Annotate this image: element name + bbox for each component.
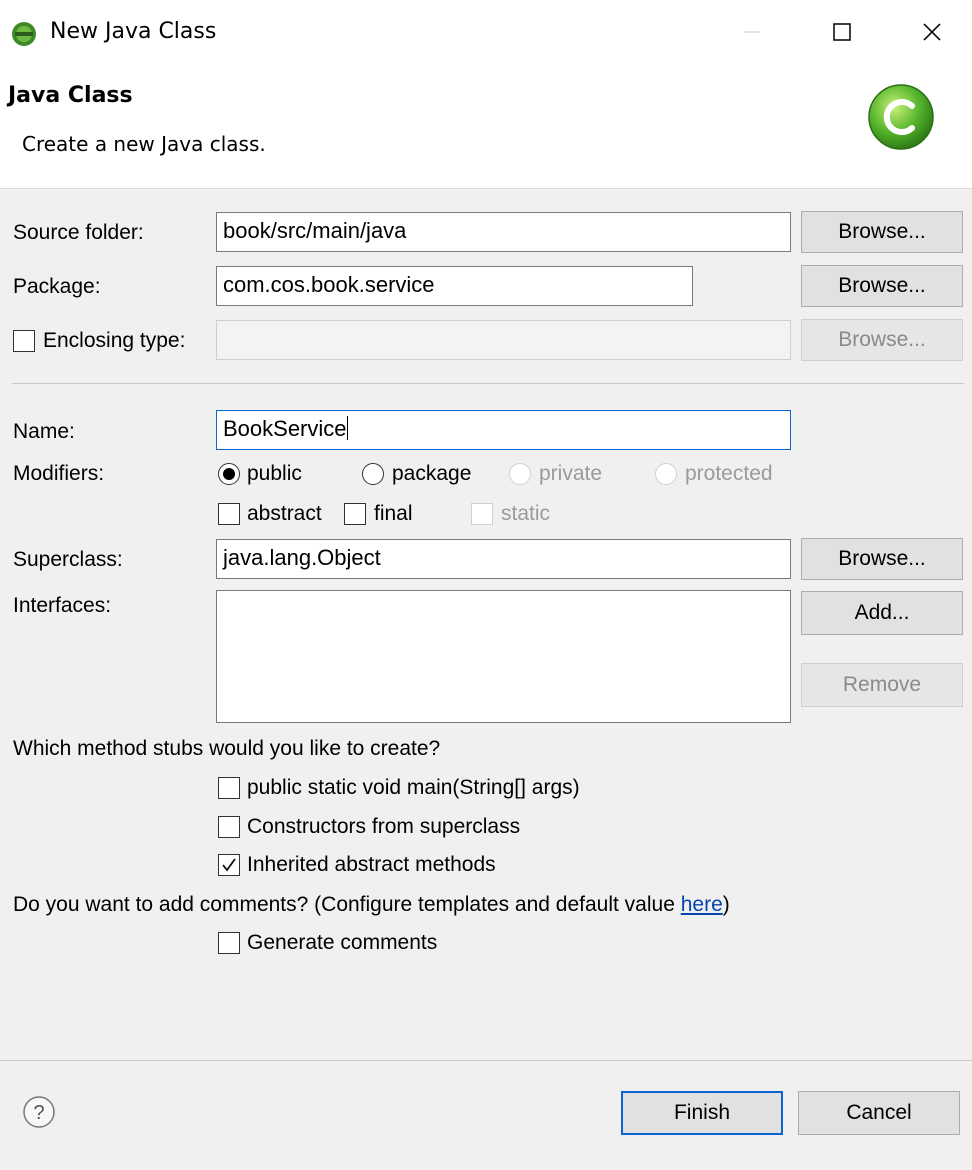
- class-name-value: BookService: [223, 416, 347, 441]
- enclosing-type-checkbox[interactable]: [13, 330, 35, 352]
- final-label: final: [374, 502, 413, 525]
- superclass-field[interactable]: java.lang.Object: [216, 539, 791, 579]
- enclosing-type-label: Enclosing type:: [43, 329, 186, 352]
- help-icon[interactable]: ?: [22, 1095, 56, 1129]
- generate-comments-label: Generate comments: [247, 931, 438, 954]
- text-caret: [346, 416, 348, 440]
- footer-divider: [0, 1060, 972, 1061]
- abstract-checkbox[interactable]: [218, 503, 240, 525]
- package-field[interactable]: com.cos.book.service: [216, 266, 693, 306]
- modifier-public-radio[interactable]: [218, 463, 240, 485]
- final-checkbox[interactable]: [344, 503, 366, 525]
- source-folder-browse-button[interactable]: Browse...: [801, 211, 963, 253]
- modifier-private-radio: [509, 463, 531, 485]
- comments-question-text: Do you want to add comments? (Configure …: [13, 893, 681, 916]
- constructors-checkbox[interactable]: [218, 816, 240, 838]
- maximize-icon: [833, 23, 851, 41]
- abstract-label: abstract: [247, 502, 322, 525]
- package-label: Package:: [13, 275, 101, 298]
- finish-button[interactable]: Finish: [621, 1091, 783, 1135]
- modifier-package-radio[interactable]: [362, 463, 384, 485]
- comments-question-close: ): [722, 893, 730, 916]
- package-browse-button[interactable]: Browse...: [801, 265, 963, 307]
- source-folder-field[interactable]: book/src/main/java: [216, 212, 791, 252]
- method-stubs-question: Which method stubs would you like to cre…: [13, 737, 441, 760]
- close-button[interactable]: [902, 10, 962, 54]
- window-title: New Java Class: [50, 19, 217, 44]
- static-checkbox: [471, 503, 493, 525]
- wizard-description: Create a new Java class.: [22, 132, 266, 156]
- interfaces-add-button[interactable]: Add...: [801, 591, 963, 635]
- svg-text:?: ?: [33, 1102, 44, 1124]
- modifier-public-label: public: [247, 462, 302, 485]
- cancel-button[interactable]: Cancel: [798, 1091, 960, 1135]
- configure-templates-link[interactable]: here: [681, 893, 723, 916]
- comments-question: Do you want to add comments? (Configure …: [13, 891, 730, 919]
- name-label: Name:: [13, 420, 75, 443]
- superclass-label: Superclass:: [13, 548, 123, 571]
- generate-comments-checkbox[interactable]: [218, 932, 240, 954]
- enclosing-type-field: [216, 320, 791, 360]
- eclipse-icon: [12, 22, 36, 46]
- source-folder-label: Source folder:: [13, 221, 144, 244]
- modifier-private-label: private: [539, 462, 603, 485]
- modifiers-label: Modifiers:: [13, 462, 105, 485]
- minimize-button[interactable]: [722, 10, 782, 54]
- inherited-methods-label: Inherited abstract methods: [247, 853, 496, 876]
- main-method-checkbox[interactable]: [218, 777, 240, 799]
- close-icon: [923, 23, 941, 41]
- interfaces-remove-button: Remove: [801, 663, 963, 707]
- enclosing-type-browse-button: Browse...: [801, 319, 963, 361]
- class-name-field[interactable]: BookService: [216, 410, 791, 450]
- static-label: static: [501, 502, 551, 525]
- interfaces-label: Interfaces:: [13, 594, 112, 617]
- modifier-protected-label: protected: [685, 462, 773, 485]
- interfaces-list[interactable]: [216, 590, 791, 723]
- superclass-browse-button[interactable]: Browse...: [801, 538, 963, 580]
- minimize-icon: [744, 31, 760, 33]
- constructors-label: Constructors from superclass: [247, 815, 521, 838]
- wizard-header: [0, 64, 972, 189]
- modifier-package-label: package: [392, 462, 472, 485]
- inherited-methods-checkbox[interactable]: [218, 854, 240, 876]
- radio-selected-dot: [223, 468, 235, 480]
- java-class-c-icon: [868, 84, 934, 150]
- modifier-protected-radio: [655, 463, 677, 485]
- main-method-label: public static void main(String[] args): [247, 776, 580, 799]
- wizard-title: Java Class: [8, 83, 133, 108]
- checkmark-icon: [222, 858, 236, 872]
- section-divider: [12, 383, 964, 384]
- maximize-button[interactable]: [812, 10, 872, 54]
